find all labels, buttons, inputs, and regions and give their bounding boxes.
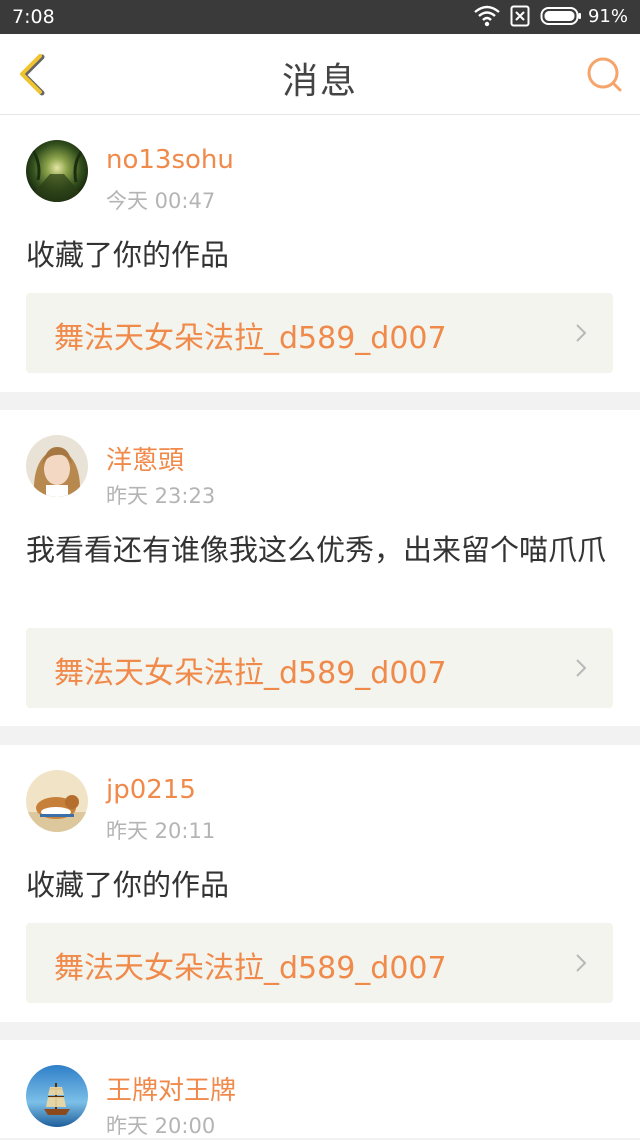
message-time: 昨天 20:00: [106, 1114, 216, 1138]
page-title: 消息: [281, 61, 358, 102]
message-card: 王牌对王牌 昨天 20:00: [0, 1040, 640, 1138]
search-icon: [584, 57, 626, 100]
avatar[interactable]: [26, 140, 88, 202]
no-sim-icon: [510, 5, 530, 27]
avatar[interactable]: [26, 435, 88, 497]
message-card: 洋蔥頭 昨天 23:23 我看看还有谁像我这么优秀，出来留个喵爪爪 舞法天女朵法…: [0, 410, 640, 726]
status-bar: 7:08 91%: [0, 0, 640, 34]
message-text: 收藏了你的作品: [26, 868, 230, 902]
avatar[interactable]: [26, 1065, 88, 1127]
message-card: no13sohu 今天 00:47 收藏了你的作品 舞法天女朵法拉_d589_d…: [0, 115, 640, 392]
message-text: 我看看还有谁像我这么优秀，出来留个喵爪爪: [26, 533, 607, 567]
search-button[interactable]: [584, 54, 626, 96]
username[interactable]: no13sohu: [106, 145, 234, 175]
battery-percentage: 91%: [587, 5, 628, 27]
work-title: 舞法天女朵法拉_d589_d007: [54, 951, 447, 986]
chevron-right-icon: [575, 953, 587, 973]
work-link[interactable]: 舞法天女朵法拉_d589_d007: [26, 293, 613, 373]
username[interactable]: 洋蔥頭: [106, 440, 184, 477]
status-time: 7:08: [12, 6, 55, 28]
wifi-icon: [474, 5, 500, 27]
message-text: 收藏了你的作品: [26, 238, 230, 272]
message-time: 昨天 23:23: [106, 484, 216, 508]
username[interactable]: 王牌对王牌: [106, 1070, 236, 1107]
work-link[interactable]: 舞法天女朵法拉_d589_d007: [26, 923, 613, 1003]
message-card: jp0215 昨天 20:11 收藏了你的作品 舞法天女朵法拉_d589_d00…: [0, 745, 640, 1022]
battery-icon: [540, 6, 582, 26]
status-icons: 91%: [474, 5, 628, 27]
avatar[interactable]: [26, 770, 88, 832]
work-link[interactable]: 舞法天女朵法拉_d589_d007: [26, 628, 613, 708]
work-title: 舞法天女朵法拉_d589_d007: [54, 656, 447, 691]
app-header: 消息: [0, 34, 640, 115]
work-title: 舞法天女朵法拉_d589_d007: [54, 321, 447, 356]
chevron-right-icon: [575, 658, 587, 678]
username[interactable]: jp0215: [106, 775, 196, 805]
message-time: 今天 00:47: [106, 189, 216, 213]
chevron-right-icon: [575, 323, 587, 343]
message-time: 昨天 20:11: [106, 819, 216, 843]
